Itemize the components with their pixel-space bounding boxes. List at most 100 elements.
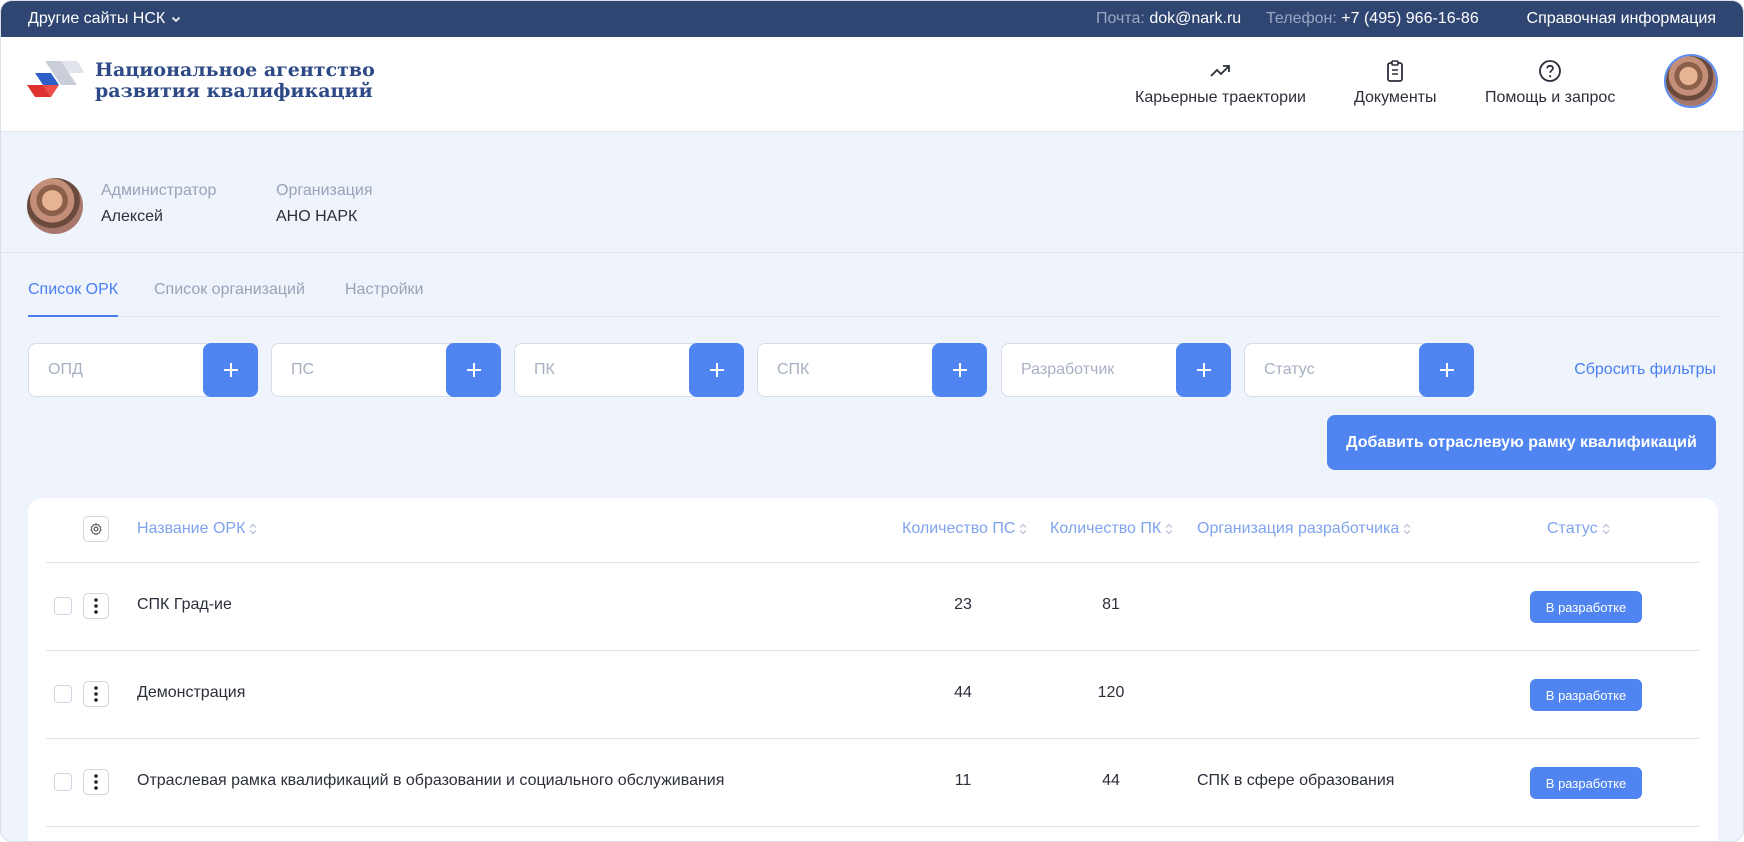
profile-section: Администратор Алексей Организация АНО НА… [1, 132, 1743, 253]
filter-ps-placeholder: ПС [291, 361, 315, 378]
filter-status[interactable]: Статус [1244, 343, 1474, 397]
other-sites-label: Другие сайты НСК [28, 10, 166, 27]
row-pk-count: 81 [1102, 596, 1120, 613]
contact-mail: Почта: dok@nark.ru [1096, 10, 1241, 28]
nav-help[interactable]: Помощь и запрос [1485, 59, 1615, 107]
mail-value[interactable]: dok@nark.ru [1149, 10, 1241, 27]
filter-spk-placeholder: СПК [777, 361, 810, 378]
column-header-status-label: Статус [1547, 520, 1598, 537]
chevron-down-icon [172, 16, 181, 23]
profile-organization: Организация АНО НАРК [276, 182, 373, 226]
row-name[interactable]: Отраслевая рамка квалификаций в образова… [137, 772, 724, 790]
filter-spk[interactable]: СПК [757, 343, 987, 397]
row-checkbox[interactable] [54, 685, 72, 703]
column-header-developer-org-label: Организация разработчика [1197, 520, 1400, 537]
plus-icon [1196, 363, 1211, 377]
row-pk-count: 44 [1102, 772, 1120, 789]
help-info-link[interactable]: Справочная информация [1527, 10, 1716, 28]
clipboard-icon [1387, 60, 1404, 82]
row-checkbox[interactable] [54, 597, 72, 615]
plus-icon [709, 363, 724, 377]
nav-documents[interactable]: Документы [1354, 59, 1436, 107]
status-badge: В разработке [1530, 679, 1642, 711]
plus-icon [952, 363, 967, 377]
column-header-ps-count-label: Количество ПС [902, 520, 1016, 537]
site-header: Национальное агентство развития квалифик… [1, 37, 1743, 132]
kebab-menu-icon [94, 686, 98, 702]
column-header-status[interactable]: Статус [1547, 520, 1610, 538]
sort-icon [249, 523, 257, 535]
filter-status-add-button[interactable] [1419, 343, 1474, 397]
profile-avatar-image [27, 178, 83, 234]
sort-icon [1019, 523, 1027, 535]
filter-status-placeholder: Статус [1264, 361, 1315, 378]
filter-opd-add-button[interactable] [203, 343, 258, 397]
plus-icon [223, 363, 238, 377]
sort-icon [1403, 523, 1411, 535]
row-name[interactable]: СПК Град-ие [137, 596, 232, 614]
add-ork-button[interactable]: Добавить отраслевую рамку квалификаций [1327, 415, 1716, 470]
row-menu-button[interactable] [83, 769, 109, 795]
status-badge: В разработке [1530, 591, 1642, 623]
nav-help-label: Помощь и запрос [1485, 89, 1616, 106]
phone-value[interactable]: +7 (495) 966-16-86 [1341, 10, 1478, 27]
tabs: Список ОРК Список организаций Настройки [28, 281, 1718, 317]
plus-icon [1439, 363, 1454, 377]
row-developer-org: СПК в сфере образования [1197, 772, 1395, 789]
row-checkbox[interactable] [54, 773, 72, 791]
column-header-pk-count[interactable]: Количество ПК [1050, 520, 1173, 538]
sort-icon [1602, 523, 1610, 535]
column-header-name[interactable]: Название ОРК [137, 520, 257, 538]
row-ps-count: 11 [954, 772, 972, 789]
row-menu-button[interactable] [83, 593, 109, 619]
profile-avatar [27, 178, 83, 234]
org-value: АНО НАРК [276, 208, 358, 225]
table-row[interactable]: Демонстрация 44 120 В разработке [46, 651, 1700, 739]
filter-opd-placeholder: ОПД [48, 361, 83, 378]
row-menu-button[interactable] [83, 681, 109, 707]
role-label: Администратор [101, 182, 217, 199]
kebab-menu-icon [94, 774, 98, 790]
sort-icon [1165, 523, 1173, 535]
table-row[interactable]: СПК Град-ие 23 81 В разработке [46, 563, 1700, 651]
mail-label: Почта: [1096, 10, 1145, 27]
row-ps-count: 44 [954, 684, 972, 701]
ork-table: Название ОРК Количество ПС Количество ПК… [28, 498, 1718, 841]
tab-settings[interactable]: Настройки [345, 281, 423, 317]
nav-career-paths[interactable]: Карьерные траектории [1135, 59, 1306, 107]
filter-pk-placeholder: ПК [534, 361, 555, 378]
tab-ork-list[interactable]: Список ОРК [28, 281, 119, 317]
tab-organizations-list[interactable]: Список организаций [154, 281, 305, 317]
logo-line-2: развития квалификаций [95, 80, 373, 102]
column-header-developer-org[interactable]: Организация разработчика [1197, 520, 1411, 538]
filter-ps-add-button[interactable] [446, 343, 501, 397]
app-window: Другие сайты НСК Почта: dok@nark.ru Теле… [0, 0, 1744, 842]
kebab-menu-icon [94, 598, 98, 614]
gear-icon [90, 522, 102, 536]
reset-filters-link[interactable]: Сбросить фильтры [1574, 361, 1716, 379]
logo-mark-icon [27, 61, 83, 97]
phone-label: Телефон: [1266, 10, 1337, 27]
table-settings-button[interactable] [83, 516, 109, 542]
user-name: Алексей [101, 208, 163, 225]
other-sites-dropdown[interactable]: Другие сайты НСК [28, 10, 181, 28]
filter-developer-add-button[interactable] [1176, 343, 1231, 397]
user-avatar[interactable] [1664, 54, 1718, 108]
table-row[interactable]: Отраслевая рамка квалификаций в образова… [46, 739, 1700, 827]
filter-pk[interactable]: ПК [514, 343, 744, 397]
filter-ps[interactable]: ПС [271, 343, 501, 397]
trending-up-icon [1210, 65, 1231, 77]
filter-spk-add-button[interactable] [932, 343, 987, 397]
filter-pk-add-button[interactable] [689, 343, 744, 397]
row-name[interactable]: Демонстрация [137, 684, 245, 702]
top-bar: Другие сайты НСК Почта: dok@nark.ru Теле… [1, 1, 1743, 37]
filter-developer[interactable]: Разработчик [1001, 343, 1231, 397]
avatar-image [1666, 56, 1716, 106]
filter-opd[interactable]: ОПД [28, 343, 258, 397]
status-badge: В разработке [1530, 767, 1642, 799]
contact-phone: Телефон: +7 (495) 966-16-86 [1266, 10, 1479, 28]
column-header-ps-count[interactable]: Количество ПС [902, 520, 1027, 538]
column-header-name-label: Название ОРК [137, 520, 246, 537]
logo[interactable]: Национальное агентство развития квалифик… [27, 59, 375, 103]
profile-role: Администратор Алексей [101, 182, 216, 226]
